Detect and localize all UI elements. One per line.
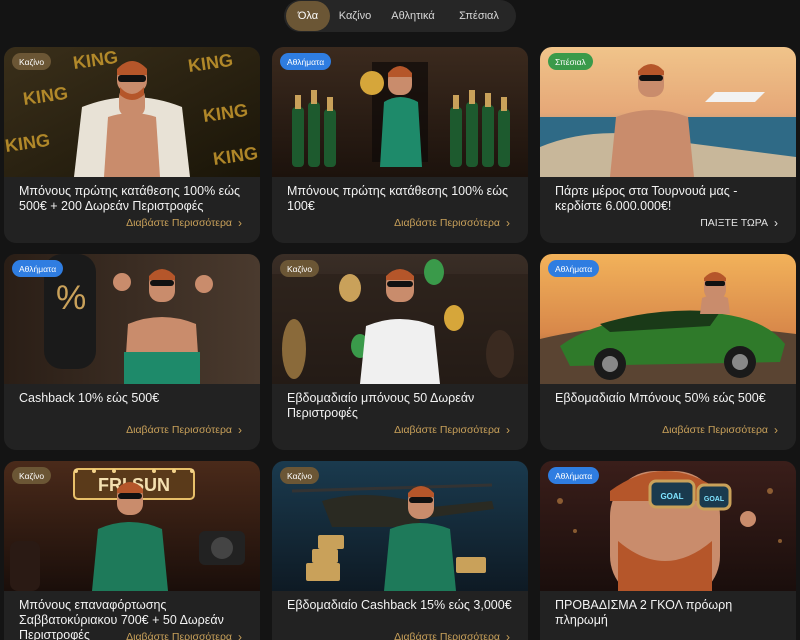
play-now-link[interactable]: ΠΑΙΞΤΕ ΤΩΡΑ › [700,217,778,229]
read-more-link[interactable]: Διαβάστε Περισσότερα › [126,631,242,640]
category-badge: Σπέσιαλ [548,53,593,70]
read-more-label: Διαβάστε Περισσότερα [394,424,500,436]
promo-card[interactable]: Αθλήματα Μπόνους πρώτης κατάθεσης 100% ε… [272,47,528,243]
read-more-label: Διαβάστε Περισσότερα [126,217,232,229]
promo-title: Μπόνους πρώτης κατάθεσης 100% εώς 100€ [287,184,509,213]
promo-title: ΠΡΟΒΑΔΙΣΜΑ 2 ΓΚΟΛ πρόωρη πληρωμή [555,598,733,627]
promo-title: Εβδομαδιαίο μπόνους 50 Δωρεάν Περιστροφέ… [287,391,475,420]
promo-image-boat: Σπέσιαλ [540,47,796,177]
promo-card[interactable]: % Αθλήματα Cashback 10% εώς 500€ Διαβάστ… [4,254,260,450]
promo-image-fri-sun: FRI SUN Καζίνο [4,461,260,591]
read-more-label: Διαβάστε Περισσότερα [394,631,500,640]
chevron-right-icon: › [506,423,510,437]
read-more-link[interactable]: Διαβάστε Περισσότερα › [394,424,510,436]
play-now-label: ΠΑΙΞΤΕ ΤΩΡΑ [700,217,768,229]
promo-title: Μπόνους πρώτης κατάθεσης 100% εώς 500€ +… [19,184,241,213]
category-badge: Καζίνο [280,467,320,484]
chevron-right-icon: › [238,423,242,437]
category-badge: Αθλήματα [548,260,600,277]
promo-grid: KING KING KING KING KING KING Καζίνο Μπό… [4,47,796,640]
category-tabs: Όλα Καζίνο Αθλητικά Σπέσιαλ [284,0,516,32]
tab-sports[interactable]: Αθλητικά [380,1,446,31]
read-more-link[interactable]: Διαβάστε Περισσότερα › [126,217,242,229]
promo-image-helicopter: Καζίνο [272,461,528,591]
chevron-right-icon: › [774,216,778,230]
category-badge: Καζίνο [12,467,52,484]
tab-casino[interactable]: Καζίνο [330,1,380,31]
promo-card[interactable]: Καζίνο Εβδομαδιαίο μπόνους 50 Δωρεάν Περ… [272,254,528,450]
tab-all[interactable]: Όλα [286,1,330,31]
chevron-right-icon: › [506,216,510,230]
category-badge: Αθλήματα [548,467,600,484]
promo-card[interactable]: Καζίνο Εβδομαδιαίο Cashback 15% εώς 3,00… [272,461,528,640]
read-more-link[interactable]: Διαβάστε Περισσότερα › [126,424,242,436]
art-goal-text: GOAL [660,492,683,501]
read-more-label: Διαβάστε Περισσότερα [394,217,500,229]
promo-card[interactable]: Αθλήματα Εβδομαδιαίο Μπόνους 50% εώς 500… [540,254,796,450]
read-more-label: Διαβάστε Περισσότερα [126,631,232,640]
chevron-right-icon: › [506,630,510,640]
read-more-link[interactable]: Διαβάστε Περισσότερα › [394,631,510,640]
read-more-link[interactable]: Διαβάστε Περισσότερα › [662,424,778,436]
category-badge: Καζίνο [12,53,52,70]
promo-title: Πάρτε μέρος στα Τουρνουά μας - κερδίστε … [555,184,738,213]
promo-title: Cashback 10% εώς 500€ [19,391,160,405]
promo-image-king-robe: KING KING KING KING KING KING Καζίνο [4,47,260,177]
read-more-label: Διαβάστε Περισσότερα [126,424,232,436]
chevron-right-icon: › [238,630,242,640]
read-more-label: Διαβάστε Περισσότερα [662,424,768,436]
chevron-right-icon: › [238,216,242,230]
category-badge: Αθλήματα [12,260,64,277]
promo-card[interactable]: KING KING KING KING KING KING Καζίνο Μπό… [4,47,260,243]
promo-image-boxer: % Αθλήματα [4,254,260,384]
promo-card[interactable]: GOAL GOAL Αθλήματα ΠΡΟΒΑΔΙΣΜΑ 2 ΓΚΟΛ πρό… [540,461,796,640]
promo-image-champagne: Αθλήματα [272,47,528,177]
art-goal-text: GOAL [704,496,725,503]
promo-title: Εβδομαδιαίο Cashback 15% εώς 3,000€ [287,598,512,612]
promo-card[interactable]: Σπέσιαλ Πάρτε μέρος στα Τουρνουά μας - κ… [540,47,796,243]
category-badge: Αθλήματα [280,53,332,70]
promo-image-goal-glasses: GOAL GOAL Αθλήματα [540,461,796,591]
promo-card[interactable]: FRI SUN Καζίνο Μπόνους επαναφόρτωσης Σαβ… [4,461,260,640]
promo-image-sports-car: Αθλήματα [540,254,796,384]
tab-special[interactable]: Σπέσιαλ [446,1,512,31]
promo-image-eggs: Καζίνο [272,254,528,384]
read-more-link[interactable]: Διαβάστε Περισσότερα › [394,217,510,229]
art-percent-text: % [56,279,86,317]
chevron-right-icon: › [774,423,778,437]
category-badge: Καζίνο [280,260,320,277]
promo-title: Εβδομαδιαίο Μπόνους 50% εώς 500€ [555,391,766,405]
